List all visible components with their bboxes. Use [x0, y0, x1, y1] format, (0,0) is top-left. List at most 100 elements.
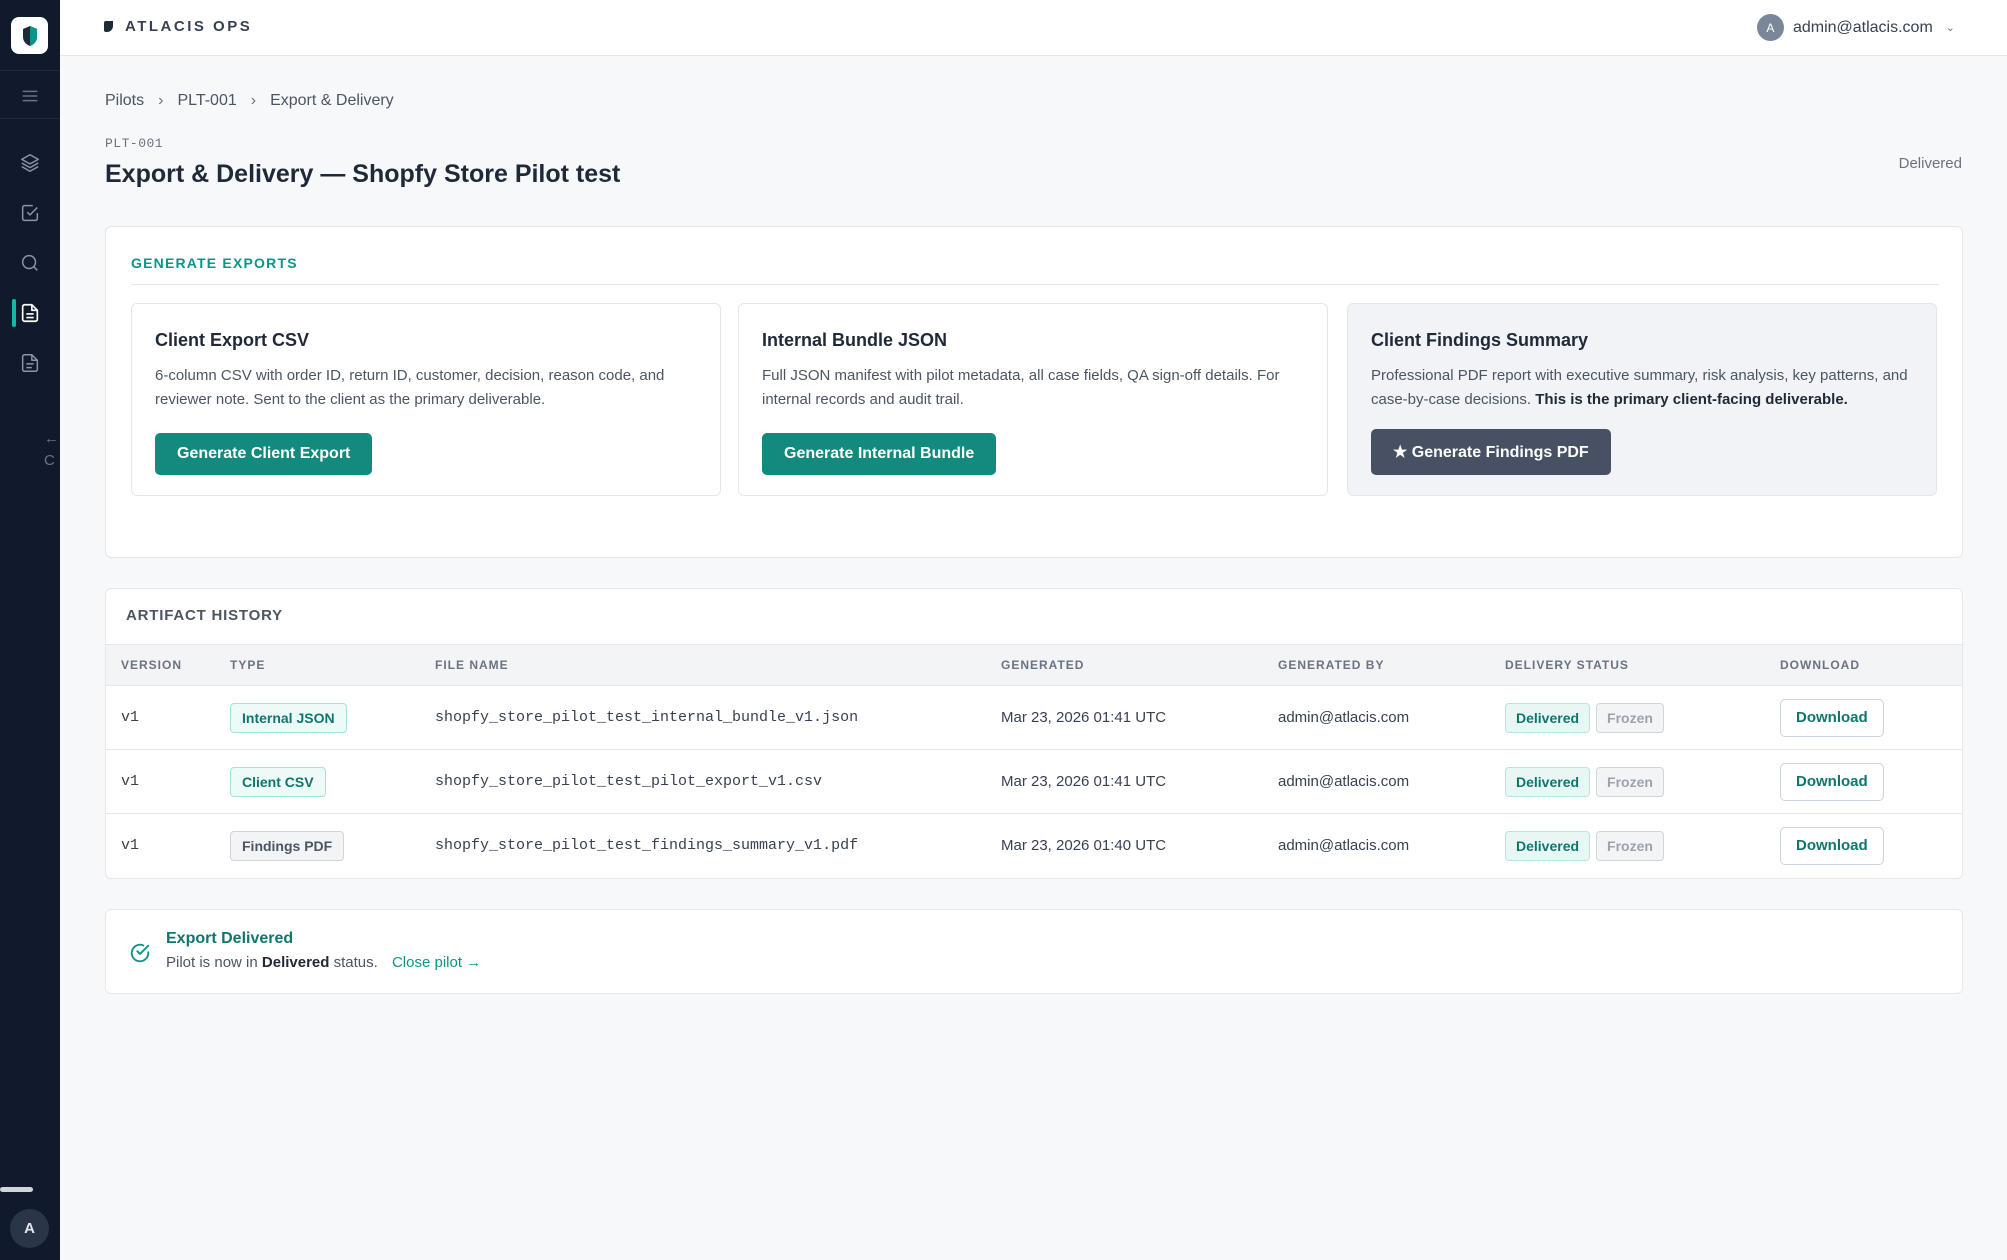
column-header-file-name[interactable]: FILE NAME	[435, 644, 1001, 686]
card-description: Professional PDF report with executive s…	[1371, 364, 1921, 412]
delivery-status-cell: Delivered Frozen	[1505, 685, 1780, 750]
document-icon[interactable]	[14, 297, 46, 329]
column-header-generated[interactable]: GENERATED	[1001, 644, 1278, 686]
sidebar: ← C A	[0, 0, 60, 1260]
page-title: Export & Delivery — Shopfy Store Pilot t…	[105, 160, 621, 188]
brand-name: ATLACIS OPS	[125, 18, 253, 35]
card-description: Full JSON manifest with pilot metadata, …	[762, 367, 1280, 408]
banner-text: Pilot is now in Delivered status. Close …	[166, 954, 481, 971]
collapse-sidebar-button[interactable]: ← C	[44, 428, 60, 472]
pilot-code: PLT-001	[105, 136, 164, 151]
breadcrumb-item-current: Export & Delivery	[270, 92, 394, 109]
download-button[interactable]: Download	[1780, 826, 1884, 865]
sidebar-divider	[0, 70, 60, 71]
app-logo[interactable]	[11, 17, 48, 54]
menu-icon[interactable]	[14, 80, 46, 112]
frozen-badge: Frozen	[1596, 702, 1664, 733]
status-badge: Delivered	[1505, 702, 1591, 733]
generate-client-export-button[interactable]: Generate Client Export	[155, 433, 373, 475]
sidebar-avatar[interactable]: A	[10, 1209, 49, 1248]
sidebar-scrollbar[interactable]	[0, 1187, 33, 1192]
download-button[interactable]: Download	[1780, 762, 1884, 801]
file-name-cell: shopfy_store_pilot_test_internal_bundle_…	[435, 685, 1001, 750]
banner-text-after: status.	[333, 954, 378, 971]
internal-bundle-card: Internal Bundle JSON Full JSON manifest …	[738, 303, 1328, 496]
export-delivered-banner: Export Delivered Pilot is now in Deliver…	[105, 909, 1963, 994]
logo-icon	[22, 25, 37, 46]
breadcrumb-separator: ›	[250, 92, 257, 109]
section-title: ARTIFACT HISTORY	[126, 607, 283, 624]
generated-by-cell: admin@atlacis.com	[1278, 837, 1410, 855]
layers-icon[interactable]	[14, 147, 46, 179]
generated-cell: Mar 23, 2026 01:41 UTC	[1001, 685, 1278, 750]
type-cell: Client CSV	[230, 749, 435, 814]
frozen-badge: Frozen	[1596, 766, 1664, 797]
generated-cell: Mar 23, 2026 01:41 UTC	[1001, 749, 1278, 814]
type-badge: Internal JSON	[230, 702, 347, 733]
breadcrumb-separator: ›	[158, 92, 164, 109]
findings-summary-card: Client Findings Summary Professional PDF…	[1347, 303, 1937, 496]
sidebar-divider	[0, 118, 60, 119]
column-header-version[interactable]: VERSION	[106, 644, 230, 686]
version-cell: v1	[106, 749, 230, 814]
delivery-status-cell: Delivered Frozen	[1505, 749, 1780, 814]
generate-internal-bundle-button[interactable]: Generate Internal Bundle	[762, 433, 997, 475]
file-icon[interactable]	[14, 347, 46, 379]
version-cell: v1	[106, 685, 230, 750]
table-row: v1 Findings PDF shopfy_store_pilot_test_…	[106, 814, 1962, 878]
delivery-status-cell: Delivered Frozen	[1505, 814, 1780, 878]
table-row: v1 Internal JSON shopfy_store_pilot_test…	[106, 685, 1962, 750]
status-badge: Delivered	[1505, 766, 1591, 797]
brand[interactable]: ATLACIS OPS	[104, 18, 252, 35]
banner-status: Delivered	[261, 954, 330, 971]
chevron-down-icon: ⌄	[1945, 22, 1955, 34]
artifact-history-card: ARTIFACT HISTORY VERSION TYPE FILE NAME …	[105, 588, 1963, 879]
card-description: 6-column CSV with order ID, return ID, c…	[155, 367, 665, 408]
generated-by-cell: admin@atlacis.com	[1278, 749, 1505, 814]
type-cell: Findings PDF	[230, 814, 435, 878]
artifact-table: VERSION TYPE FILE NAME GENERATED GENERAT…	[106, 644, 1962, 878]
topbar: ATLACIS OPS A admin@atlacis.com ⌄	[60, 0, 2007, 56]
status-badge: Delivered	[1505, 830, 1591, 861]
table-row: v1 Client CSV shopfy_store_pilot_test_pi…	[106, 749, 1962, 814]
close-pilot-link[interactable]: Close pilot →	[392, 954, 481, 971]
column-header-delivery-status[interactable]: DELIVERY STATUS	[1505, 644, 1780, 686]
download-button[interactable]: Download	[1780, 698, 1884, 737]
file-name-cell: shopfy_store_pilot_test_pilot_export_v1.…	[435, 749, 1001, 814]
column-header-download[interactable]: DOWNLOAD	[1780, 644, 1962, 686]
table-header-row: VERSION TYPE FILE NAME GENERATED GENERAT…	[106, 644, 1962, 686]
card-title: Client Export CSV	[155, 330, 310, 350]
type-badge: Client CSV	[230, 766, 326, 797]
search-icon[interactable]	[14, 247, 46, 279]
card-title: Client Findings Summary	[1371, 330, 1589, 350]
card-title: Internal Bundle JSON	[762, 330, 948, 350]
client-export-card: Client Export CSV 6-column CSV with orde…	[131, 303, 721, 496]
download-cell: Download	[1780, 814, 1962, 878]
breadcrumb-item-pilots[interactable]: Pilots	[105, 92, 144, 110]
version-cell: v1	[121, 837, 140, 855]
breadcrumb: Pilots › PLT-001 › Export & Delivery	[105, 92, 394, 110]
banner-title: Export Delivered	[166, 930, 294, 947]
avatar: A	[1756, 14, 1784, 41]
column-header-type[interactable]: TYPE	[230, 644, 435, 686]
banner-text-before: Pilot is now in	[166, 954, 258, 971]
column-header-generated-by[interactable]: GENERATED BY	[1278, 644, 1505, 686]
generate-findings-pdf-button[interactable]: ★ Generate Findings PDF	[1371, 429, 1611, 475]
section-title: GENERATE EXPORTS	[131, 255, 298, 271]
pilot-status: Delivered	[1898, 155, 1962, 172]
download-cell: Download	[1780, 749, 1962, 814]
type-badge: Findings PDF	[230, 830, 345, 861]
checkbox-icon[interactable]	[14, 197, 46, 229]
type-cell: Internal JSON	[230, 685, 435, 750]
generated-cell: Mar 23, 2026 01:40 UTC	[1001, 837, 1167, 855]
check-circle-icon	[130, 943, 150, 963]
generated-by-cell: admin@atlacis.com	[1278, 685, 1505, 750]
breadcrumb-item-pilot[interactable]: PLT-001	[177, 92, 236, 110]
file-name-cell: shopfy_store_pilot_test_findings_summary…	[435, 837, 859, 855]
brand-icon	[104, 21, 113, 32]
divider	[131, 284, 1939, 285]
generate-exports-card: GENERATE EXPORTS Client Export CSV 6-col…	[105, 226, 1963, 558]
user-menu[interactable]: A admin@atlacis.com ⌄	[1756, 14, 1955, 41]
download-cell: Download	[1780, 685, 1962, 750]
user-email: admin@atlacis.com	[1792, 18, 1933, 36]
